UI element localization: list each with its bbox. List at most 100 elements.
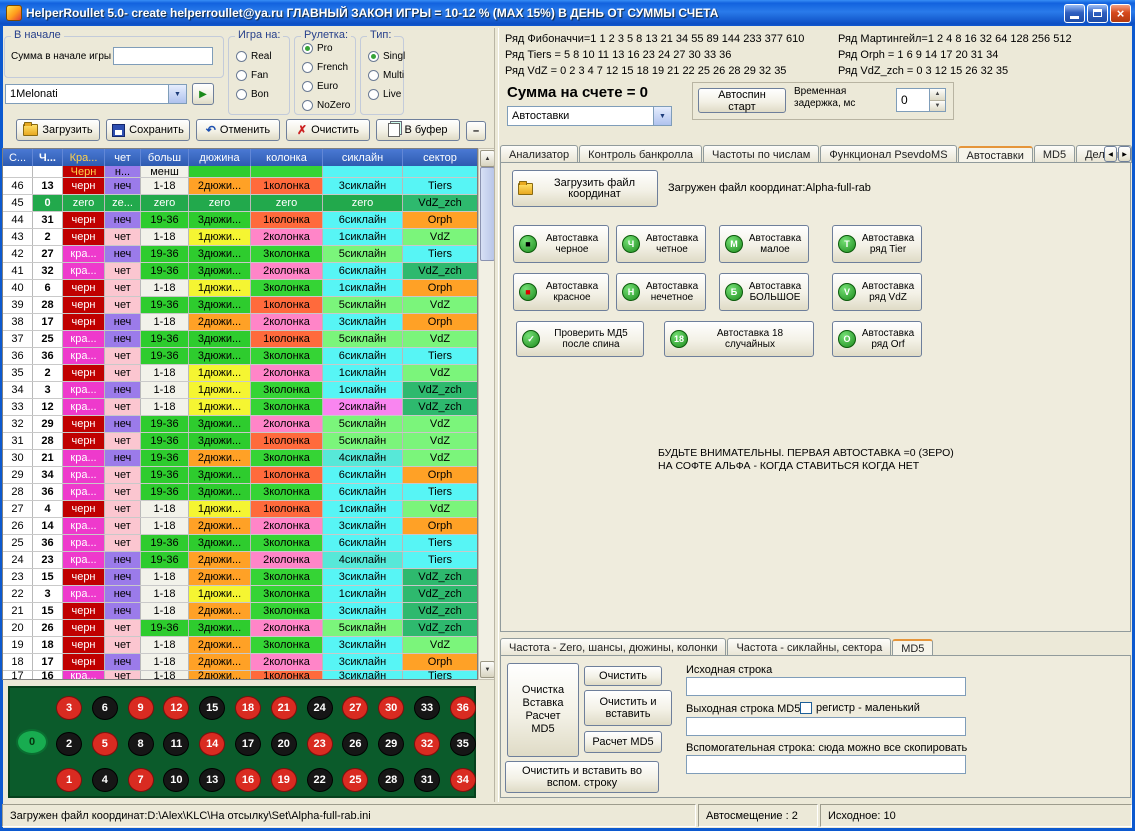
board-number-30[interactable]: 30: [378, 696, 404, 720]
undo-button[interactable]: ↶Отменить: [196, 119, 280, 141]
board-number-11[interactable]: 11: [163, 732, 189, 756]
spin-row[interactable]: 406чернчет1-181дюжи...3колонка1сиклайнOr…: [3, 280, 477, 297]
board-number-24[interactable]: 24: [307, 696, 333, 720]
spin-row[interactable]: 343кра...неч1-181дюжи...3колонка1сиклайн…: [3, 382, 477, 399]
autobet-orf-button[interactable]: ОАвтоставка ряд Orf: [832, 321, 922, 357]
board-number-25[interactable]: 25: [342, 768, 368, 792]
autobets-combo[interactable]: Автоставки ▼: [507, 106, 672, 126]
column-header[interactable]: С...: [3, 149, 33, 166]
load-coords-button[interactable]: Загрузить файл координат: [512, 170, 658, 207]
radio-multi[interactable]: Multi: [361, 66, 403, 85]
load-button[interactable]: Загрузить: [16, 119, 100, 141]
board-number-3[interactable]: 3: [56, 696, 82, 720]
radio-nozero[interactable]: NoZero: [295, 96, 355, 115]
spin-row[interactable]: 4431черннеч19-363дюжи...1колонка6сиклайн…: [3, 212, 477, 229]
spin-row[interactable]: 2315черннеч1-182дюжи...3колонка3сиклайнV…: [3, 569, 477, 586]
md5-output-input[interactable]: [686, 717, 966, 736]
board-number-10[interactable]: 10: [163, 768, 189, 792]
start-sum-input[interactable]: [113, 47, 213, 65]
spin-row-partial[interactable]: Чернн...менш: [3, 166, 477, 178]
tab-2[interactable]: Частота - сиклайны, сектора: [727, 638, 891, 656]
radio-pro[interactable]: Pro: [295, 39, 355, 58]
register-checkbox[interactable]: регистр - маленький: [800, 702, 920, 714]
md5-calc-button[interactable]: Расчет MD5: [584, 731, 662, 753]
radio-live[interactable]: Live: [361, 85, 403, 104]
board-number-7[interactable]: 7: [128, 768, 154, 792]
play-button[interactable]: ▶: [192, 83, 214, 105]
autospin-start-button[interactable]: Автоспин старт: [698, 88, 786, 113]
board-number-16[interactable]: 16: [235, 768, 261, 792]
check-md5-button[interactable]: ✓Проверить МД5 после спина: [516, 321, 644, 357]
spin-row[interactable]: 2614кра...чет1-182дюжи...2колонка3сиклай…: [3, 518, 477, 535]
board-number-34[interactable]: 34: [450, 768, 476, 792]
save-button[interactable]: Сохранить: [106, 119, 190, 141]
spin-row[interactable]: 3928чернчет19-363дюжи...1колонка5сиклайн…: [3, 297, 477, 314]
tab-1[interactable]: Анализатор: [500, 145, 578, 163]
collapse-button[interactable]: –: [466, 121, 486, 141]
board-number-28[interactable]: 28: [378, 768, 404, 792]
board-number-18[interactable]: 18: [235, 696, 261, 720]
radio-fan[interactable]: Fan: [229, 66, 289, 85]
autobet-even-button[interactable]: ЧАвтоставка четное: [616, 225, 706, 263]
spin-row[interactable]: 4613черннеч1-182дюжи...1колонка3сиклайнT…: [3, 178, 477, 195]
scrollbar-thumb[interactable]: [480, 167, 495, 261]
tab-scroll-left-icon[interactable]: ◀: [1104, 146, 1117, 162]
md5-clear-paste-button[interactable]: Очистить и вставить: [584, 690, 672, 726]
delay-spinner[interactable]: 0 ▲ ▼: [896, 88, 946, 112]
spin-row[interactable]: 3725кра...неч19-363дюжи...1колонка5сикла…: [3, 331, 477, 348]
spin-row[interactable]: 4227кра...неч19-363дюжи...3колонка5сикла…: [3, 246, 477, 263]
board-number-8[interactable]: 8: [128, 732, 154, 756]
autobet-small-button[interactable]: МАвтоставка малое: [719, 225, 809, 263]
board-number-35[interactable]: 35: [450, 732, 476, 756]
autobet-random18-button[interactable]: 18Автоставка 18 случайных: [664, 321, 814, 357]
table-scrollbar[interactable]: ▲ ▼: [478, 148, 495, 680]
board-number-17[interactable]: 17: [235, 732, 261, 756]
spin-row[interactable]: 3021кра...неч19-362дюжи...3колонка4сикла…: [3, 450, 477, 467]
spin-up-icon[interactable]: ▲: [930, 89, 945, 101]
board-number-33[interactable]: 33: [414, 696, 440, 720]
column-header[interactable]: сиклайн: [323, 149, 403, 166]
tab-6[interactable]: MD5: [1034, 145, 1075, 163]
column-header[interactable]: больш: [141, 149, 189, 166]
board-number-2[interactable]: 2: [56, 732, 82, 756]
board-number-4[interactable]: 4: [92, 768, 118, 792]
chevron-down-icon[interactable]: ▼: [653, 107, 671, 125]
autobet-black-button[interactable]: ■Автоставка черное: [513, 225, 609, 263]
radio-french[interactable]: French: [295, 58, 355, 77]
autobet-vdz-button[interactable]: VАвтоставка ряд VdZ: [832, 273, 922, 311]
spin-row[interactable]: 3312кра...чет1-181дюжи...3колонка2сиклай…: [3, 399, 477, 416]
spin-row[interactable]: 223кра...неч1-181дюжи...3колонка1сиклайн…: [3, 586, 477, 603]
tab-1[interactable]: Частота - Zero, шансы, дюжины, колонки: [500, 638, 726, 656]
md5-clear-button[interactable]: Очистить: [584, 666, 662, 686]
board-number-32[interactable]: 32: [414, 732, 440, 756]
autobet-odd-button[interactable]: НАвтоставка нечетное: [616, 273, 706, 311]
board-number-36[interactable]: 36: [450, 696, 476, 720]
spin-row[interactable]: 2115черннеч1-182дюжи...3колонка3сиклайнV…: [3, 603, 477, 620]
profile-combo[interactable]: 1Melonati ▼: [5, 84, 187, 104]
autobet-tier-button[interactable]: ТАвтоставка ряд Tier: [832, 225, 922, 263]
spin-row[interactable]: 3229черннеч19-363дюжи...2колонка5сиклайн…: [3, 416, 477, 433]
board-number-20[interactable]: 20: [271, 732, 297, 756]
spin-row[interactable]: 3636кра...чет19-363дюжи...3колонка6сикла…: [3, 348, 477, 365]
md5-big-button[interactable]: Очистка Вставка Расчет MD5: [507, 663, 579, 757]
checkbox-icon[interactable]: [800, 702, 812, 714]
panel-splitter[interactable]: [494, 28, 499, 802]
tab-4[interactable]: Функционал PsevdoMS: [820, 145, 956, 163]
spin-row[interactable]: 3128чернчет19-363дюжи...1колонка5сиклайн…: [3, 433, 477, 450]
md5-source-input[interactable]: [686, 677, 966, 696]
spin-row[interactable]: 4132кра...чет19-363дюжи...2колонка6сикла…: [3, 263, 477, 280]
spin-row[interactable]: 2934кра...чет19-363дюжи...1колонка6сикла…: [3, 467, 477, 484]
board-number-14[interactable]: 14: [199, 732, 225, 756]
scroll-up-icon[interactable]: ▲: [480, 150, 495, 167]
column-header[interactable]: дюжина: [189, 149, 251, 166]
spin-row[interactable]: 2026чернчет19-363дюжи...2колонка5сиклайн…: [3, 620, 477, 637]
board-number-19[interactable]: 19: [271, 768, 297, 792]
tab-scroll-right-icon[interactable]: ▶: [1118, 146, 1131, 162]
tab-2[interactable]: Контроль банкролла: [579, 145, 702, 163]
minimize-button[interactable]: [1064, 4, 1085, 23]
tab-3[interactable]: Частоты по числам: [703, 145, 819, 163]
spin-row[interactable]: 432чернчет1-181дюжи...2колонка1сиклайнVd…: [3, 229, 477, 246]
column-header[interactable]: чет: [105, 149, 141, 166]
board-number-22[interactable]: 22: [307, 768, 333, 792]
copy-buffer-button[interactable]: В буфер: [376, 119, 460, 141]
